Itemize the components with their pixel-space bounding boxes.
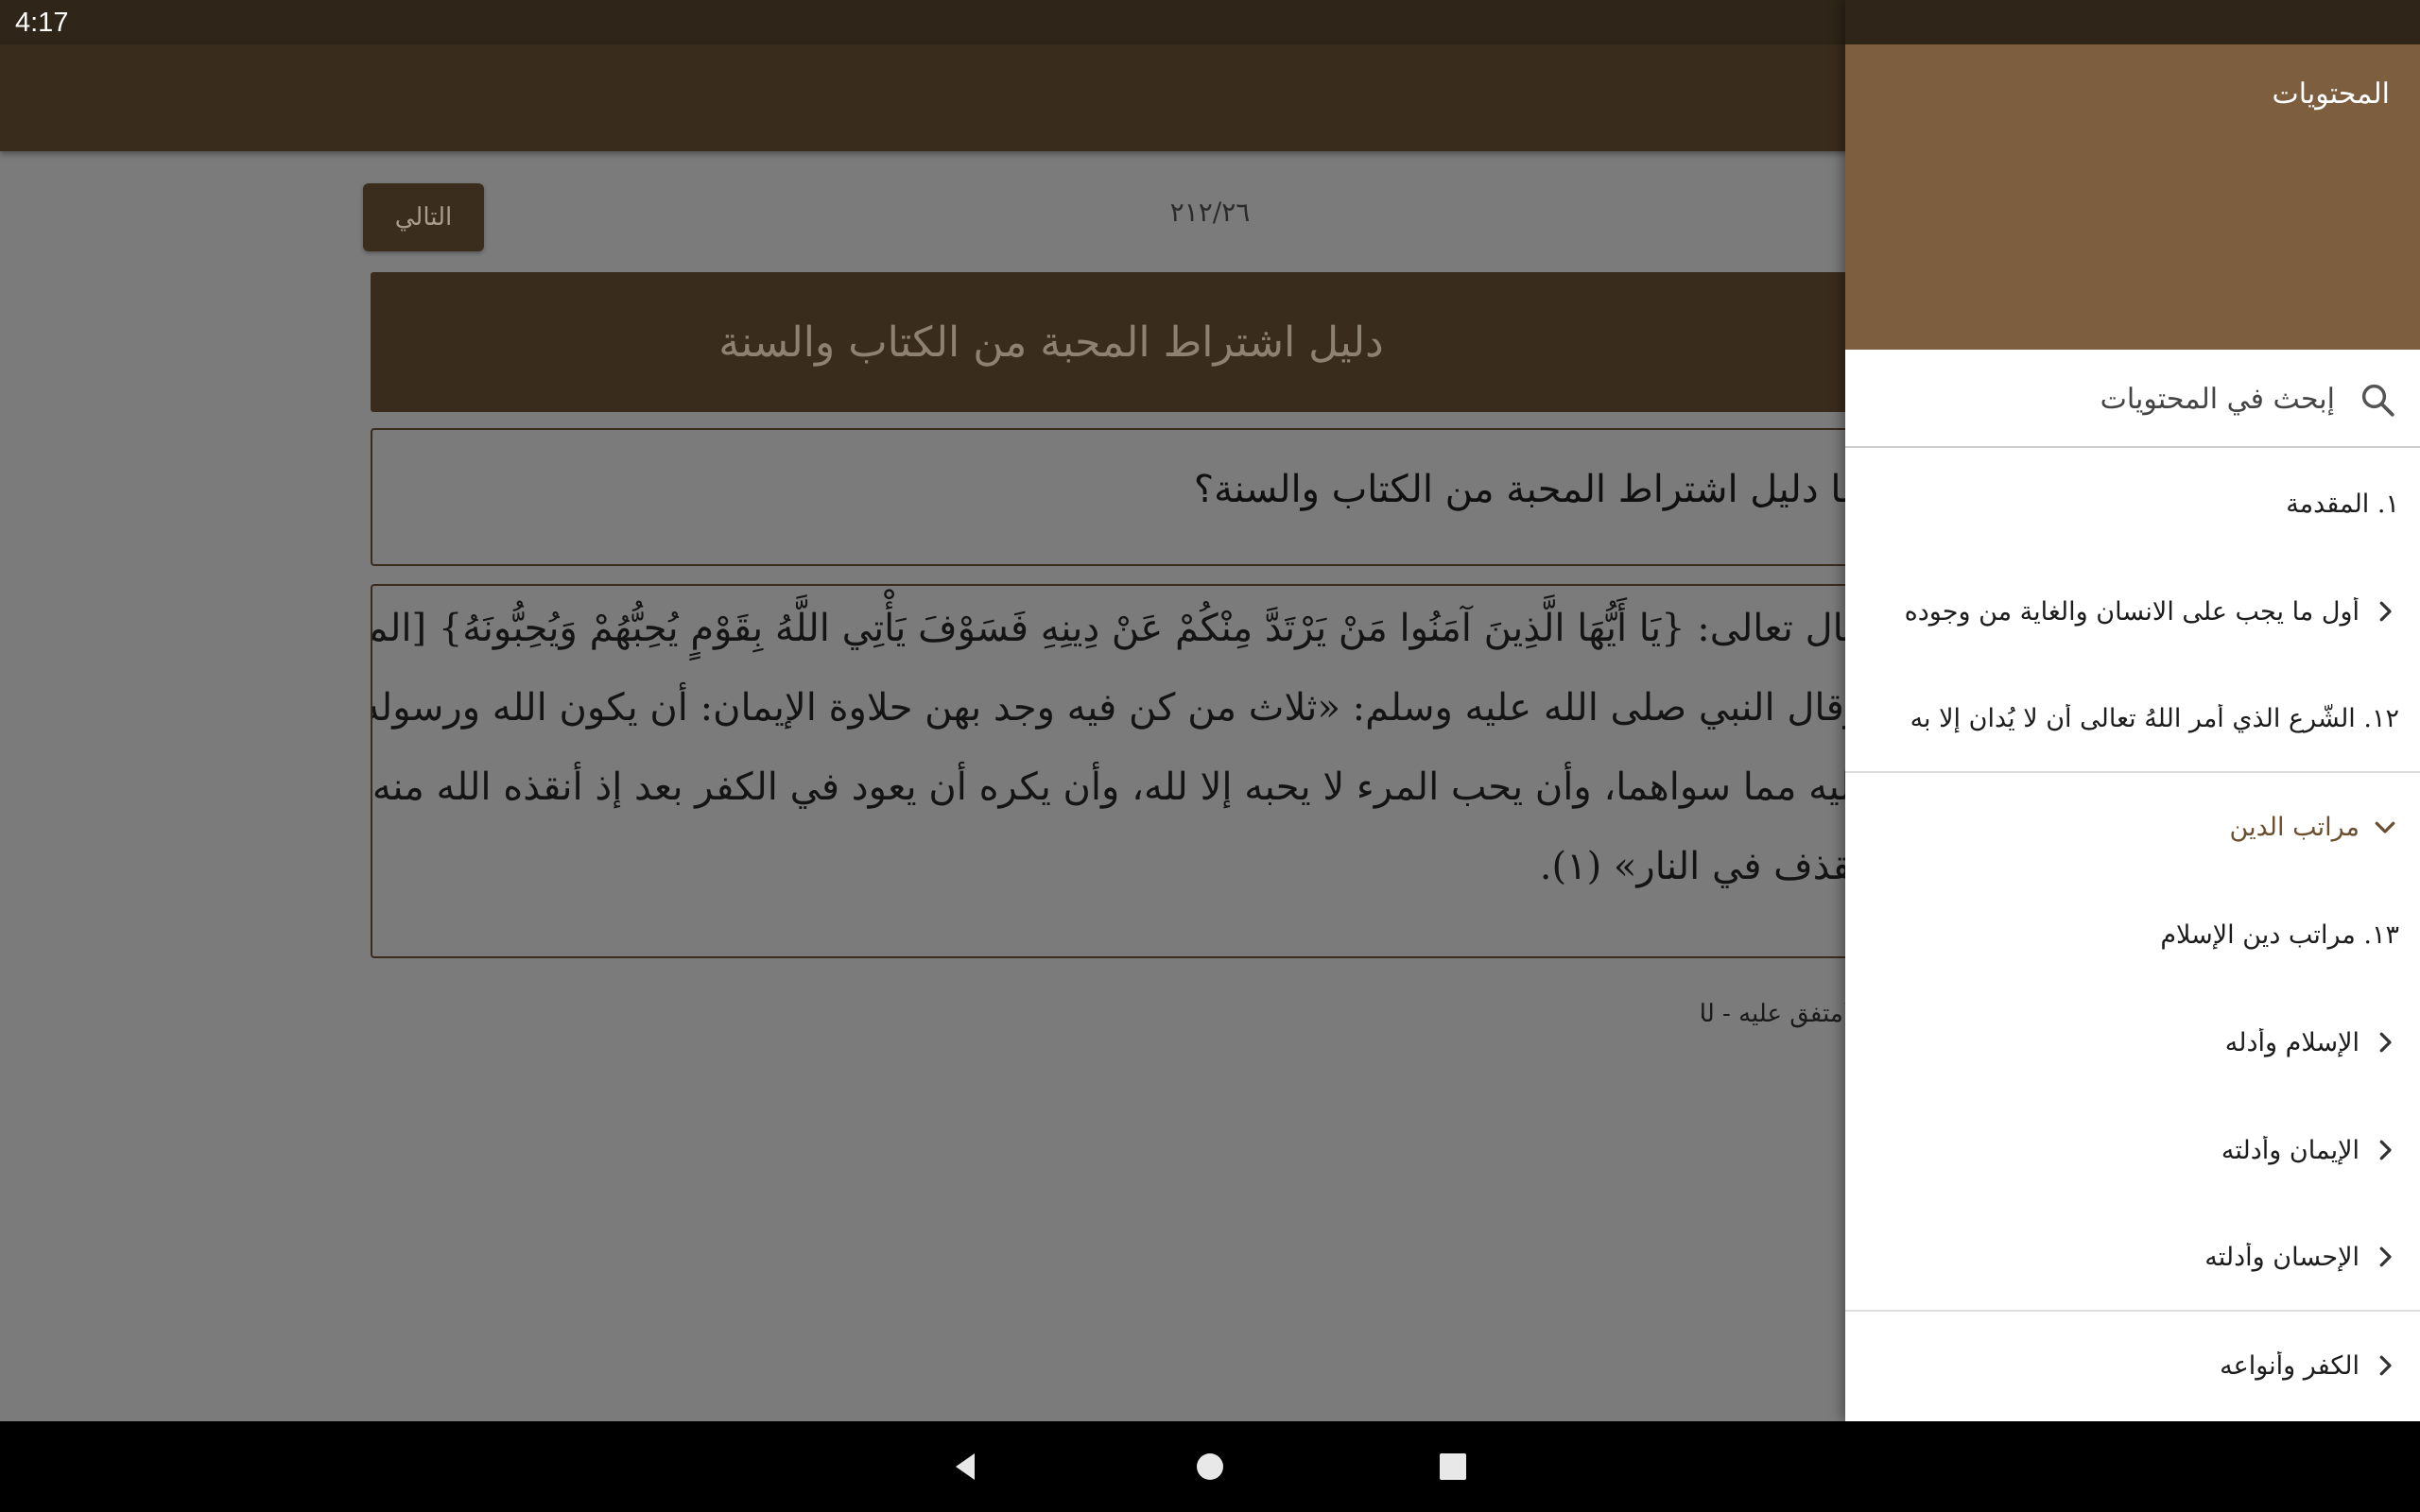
next-button[interactable]: التالي (363, 183, 484, 251)
answer-box: قال تعالى: {يَا أَيُّهَا الَّذِينَ آمَنُ… (371, 584, 1883, 958)
toc-item[interactable]: الإحسان وأدلته (1845, 1204, 2420, 1312)
answer-line: يقذف في النار» (١). (1539, 845, 1862, 888)
toc-item[interactable]: ١. المقدمة (1845, 450, 2420, 558)
toc-item-label: الإسلام وأدله (2224, 1027, 2360, 1057)
contents-drawer: المحتويات ١. المقدمة أول ما يجب على الانس… (1845, 0, 2420, 1421)
answer-line: وقال النبي صلى الله عليه وسلم: «ثلاث من … (371, 686, 1862, 730)
chevron-left-icon (2379, 601, 2392, 622)
chevron-left-icon (2379, 1246, 2392, 1267)
toc-item[interactable]: ١٢. الشَّرع الذي أمر اللهُ تعالى أن لا ي… (1845, 665, 2420, 773)
toc-item[interactable]: الإيمان وأدلته (1845, 1096, 2420, 1204)
toc-item-label: الإيمان وأدلته (2221, 1135, 2360, 1165)
lesson-title-banner: دليل اشتراط المحبة من الكتاب والسنة (371, 272, 1883, 412)
question-text: ما دليل اشتراط المحبة من الكتاب والسنة؟ (1193, 468, 1862, 511)
toc-item-label: ١. المقدمة (2286, 489, 2399, 519)
footnote: (متفق عليه - للإظهار) (1702, 1000, 1853, 1028)
page-counter: ٢١٢/٢٦ (1169, 197, 1251, 228)
toc-item-label: أول ما يجب على الانسان والغاية من وجوده (1904, 596, 2360, 627)
drawer-header: المحتويات (1845, 0, 2420, 350)
search-icon[interactable] (2358, 380, 2397, 420)
toc-item-label: ١٢. الشَّرع الذي أمر اللهُ تعالى أن لا ي… (1910, 703, 2399, 733)
toc-item[interactable]: الكفر وأنواعه (1845, 1312, 2420, 1419)
drawer-title: المحتويات (2272, 77, 2390, 111)
answer-line: قال تعالى: {يَا أَيُّهَا الَّذِينَ آمَنُ… (371, 607, 1862, 650)
home-icon[interactable] (1191, 1448, 1229, 1486)
toc-item-label: ١٣. مراتب دين الإسلام (2160, 919, 2399, 950)
answer-line: إليه مما سواهما، وأن يحب المرء لا يحبه إ… (372, 765, 1862, 809)
search-input[interactable] (1938, 376, 2335, 421)
back-icon[interactable] (948, 1448, 986, 1486)
toc-item[interactable]: الإسلام وأدله (1845, 988, 2420, 1096)
lesson-title: دليل اشتراط المحبة من الكتاب والسنة (718, 318, 1384, 367)
drawer-search (1845, 350, 2420, 448)
chevron-left-icon (2379, 1355, 2392, 1376)
toc-item[interactable]: مراتب الدين (1845, 773, 2420, 881)
recents-icon[interactable] (1434, 1448, 1472, 1486)
toc-item[interactable]: أول ما يجب على الانسان والغاية من وجوده (1845, 558, 2420, 665)
status-time: 4:17 (15, 8, 69, 38)
toc-item-label: الكفر وأنواعه (2220, 1350, 2360, 1381)
question-box: ما دليل اشتراط المحبة من الكتاب والسنة؟ (371, 428, 1883, 566)
drawer-status-strip (1845, 0, 2420, 44)
chevron-left-icon (2379, 1032, 2392, 1053)
toc-item[interactable]: ١٣. مراتب دين الإسلام (1845, 881, 2420, 988)
system-nav-bar (0, 1421, 2420, 1512)
toc-item-label: الإحسان وأدلته (2204, 1242, 2360, 1272)
chevron-down-icon (2375, 821, 2395, 833)
table-of-contents: ١. المقدمة أول ما يجب على الانسان والغاية… (1845, 450, 2420, 1419)
toc-item-label: مراتب الدين (2229, 812, 2360, 842)
chevron-left-icon (2379, 1140, 2392, 1160)
